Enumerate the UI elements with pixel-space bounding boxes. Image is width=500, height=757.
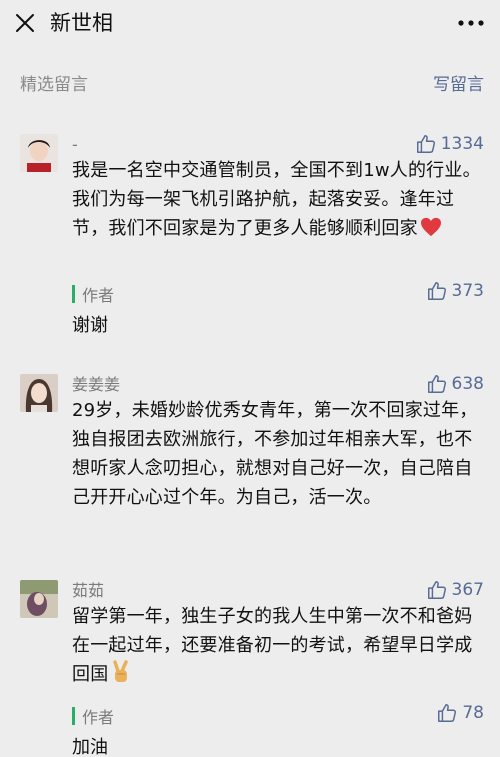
- reply-like-button[interactable]: 78: [436, 702, 484, 724]
- avatar[interactable]: [20, 580, 58, 618]
- author-marker: [72, 707, 75, 725]
- like-button[interactable]: 1334: [415, 133, 484, 155]
- more-icon: [458, 20, 484, 26]
- comment-nickname: -: [72, 135, 78, 154]
- author-reply-text: 谢谢: [72, 315, 108, 336]
- author-reply-header: 作者: [72, 704, 114, 728]
- close-button[interactable]: [10, 8, 40, 38]
- like-count: 1334: [440, 134, 484, 154]
- author-label: 作者: [82, 286, 115, 305]
- thumbs-up-icon: [415, 133, 437, 155]
- comment-nickname: 姜姜姜: [72, 375, 121, 394]
- comment-text: 我是一名空中交通管制员，全国不到1w人的行业。我们为每一架飞机引路护航，起落安妥…: [72, 160, 481, 239]
- avatar[interactable]: [20, 134, 58, 172]
- thumbs-up-icon: [426, 579, 448, 601]
- like-button[interactable]: 638: [426, 373, 484, 395]
- reply-like-count: 78: [462, 703, 484, 723]
- thumbs-up-icon: [426, 373, 448, 395]
- author-reply-header: 作者: [72, 282, 114, 306]
- heart-icon: [420, 217, 441, 237]
- thumbs-up-icon: [426, 280, 448, 302]
- reply-like-count: 373: [451, 281, 484, 301]
- comment-text: 留学第一年，独生子女的我人生中第一次不和爸妈在一起过年，还要准备初一的考试，希望…: [72, 606, 473, 685]
- avatar[interactable]: [20, 374, 58, 412]
- victory-hand-icon: [113, 660, 129, 682]
- page-title: 新世相: [50, 11, 113, 35]
- comment-nickname: 茹茹: [72, 581, 105, 600]
- author-label: 作者: [82, 708, 115, 727]
- top-bar: 新世相: [0, 0, 500, 46]
- comment-text: 29岁，未婚妙龄优秀女青年，第一次不回家过年，独自报团去欧洲旅行，不参加过年相亲…: [72, 400, 478, 508]
- author-reply-text: 加油: [72, 737, 108, 757]
- featured-comments-label: 精选留言: [20, 75, 88, 95]
- like-count: 367: [451, 580, 484, 600]
- author-marker: [72, 285, 75, 303]
- like-button[interactable]: 367: [426, 579, 484, 601]
- reply-like-button[interactable]: 373: [426, 280, 484, 302]
- more-button[interactable]: [454, 8, 488, 38]
- write-comment-link[interactable]: 写留言: [433, 70, 484, 95]
- thumbs-up-icon: [436, 702, 458, 724]
- like-count: 638: [451, 374, 484, 394]
- close-icon: [16, 14, 34, 32]
